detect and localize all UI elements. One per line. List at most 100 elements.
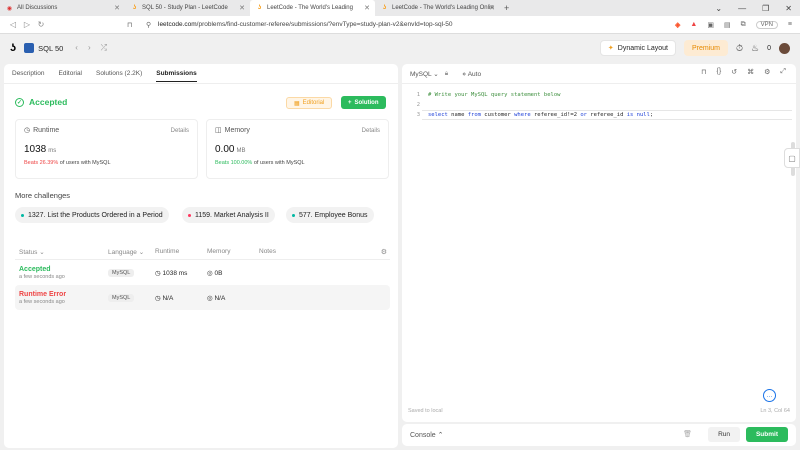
close-icon[interactable]: ✕: [239, 4, 245, 12]
memory-card[interactable]: ◫ Memory Details 0.00 MB Beats 100.00% of …: [206, 119, 389, 179]
study-plan-title[interactable]: SQL 50: [38, 44, 63, 53]
table-row[interactable]: Accepted a few seconds ago MySQL ◷ 1038 m…: [15, 260, 390, 285]
chip-icon: ◎: [207, 294, 213, 302]
editorial-button[interactable]: ▦ Editorial: [286, 97, 333, 109]
solution-button[interactable]: + Solution: [341, 96, 386, 109]
memory-details-link[interactable]: Details: [362, 128, 380, 134]
auto-mode-toggle[interactable]: ⋄ Auto: [462, 70, 481, 78]
streak-icon[interactable]: ♨: [751, 43, 759, 54]
shuffle-icon[interactable]: ⤮: [101, 43, 107, 53]
runtime-card[interactable]: ◷ Runtime Details 1038 ms Beats 26.39% of …: [15, 119, 198, 179]
settings-icon[interactable]: ⚙: [764, 68, 770, 76]
challenge-chip[interactable]: 577. Employee Bonus: [286, 207, 374, 223]
browser-tab-3[interactable]: ʖ LeetCode - The World's Leading Onlin ✕: [375, 0, 500, 16]
close-icon[interactable]: ✕: [489, 4, 495, 12]
shortcut-icon[interactable]: ⌘: [747, 68, 754, 76]
submit-button[interactable]: Submit: [745, 427, 788, 442]
chat-icon[interactable]: …: [763, 389, 776, 402]
close-icon[interactable]: ✕: [114, 4, 120, 12]
close-icon[interactable]: ✕: [364, 4, 370, 12]
leetcode-logo-icon[interactable]: ʖ: [10, 42, 16, 54]
tab-submissions[interactable]: Submissions: [156, 70, 197, 82]
book-icon: ▦: [294, 100, 300, 107]
back-icon[interactable]: ◁: [6, 20, 20, 29]
table-row[interactable]: Runtime Error a few seconds ago MySQL ◷ N…: [15, 285, 390, 310]
solution-label: Solution: [354, 99, 379, 106]
submissions-table: Status ⌄ Language ⌄ Runtime Memory Notes…: [15, 244, 390, 310]
header-status[interactable]: Status ⌄: [15, 248, 108, 256]
memory-beats-text: of users with MySQL: [253, 160, 305, 166]
sidebar-icon[interactable]: ▣: [707, 21, 714, 29]
browser-tab-1[interactable]: ʖ SQL 50 - Study Plan - LeetCode ✕: [125, 0, 250, 16]
runtime-unit: ms: [48, 148, 57, 154]
site-info-icon[interactable]: ⚲: [146, 21, 151, 29]
tab-editorial[interactable]: Editorial: [59, 70, 82, 77]
challenge-chip[interactable]: 1327. List the Products Ordered in a Per…: [15, 207, 169, 223]
window-close-icon[interactable]: ✕: [785, 4, 792, 13]
console-toggle[interactable]: Console ⌃: [410, 431, 444, 439]
challenge-label: 577. Employee Bonus: [299, 211, 368, 219]
challenge-label: 1327. List the Products Ordered in a Per…: [28, 211, 163, 219]
rewards-icon[interactable]: ▲: [690, 21, 697, 28]
new-tab-icon[interactable]: +: [504, 3, 509, 13]
memory-beats-pct: Beats 100.00%: [215, 160, 253, 166]
url-host: leetcode.com: [158, 21, 197, 28]
maximize-icon[interactable]: ❐: [762, 4, 769, 13]
bookmark-icon[interactable]: ⊓: [701, 68, 706, 76]
result-status-label: Accepted: [29, 97, 68, 107]
problem-nav: ‹ › ⤮: [75, 43, 107, 53]
header-language[interactable]: Language ⌄: [108, 248, 155, 256]
menu-icon[interactable]: ≡: [788, 21, 792, 28]
code-area[interactable]: 1 # Write your MySQL query statement belo…: [410, 90, 654, 120]
row-language: MySQL: [108, 294, 135, 302]
result-status: ✓ Accepted: [15, 97, 67, 107]
wallet-icon[interactable]: ▤: [724, 21, 731, 29]
reload-icon[interactable]: ↻: [34, 20, 48, 29]
row-status[interactable]: Accepted: [19, 266, 108, 273]
avatar[interactable]: [779, 42, 790, 54]
browser-tabstrip: ◉ All Discussions ✕ ʖ SQL 50 - Study Pla…: [0, 0, 800, 16]
timer-icon[interactable]: ⏱: [736, 43, 743, 54]
browser-tab-2[interactable]: ʖ LeetCode - The World's Leading ✕: [250, 0, 375, 16]
url-field[interactable]: leetcode.com/problems/find-customer-refe…: [158, 21, 452, 28]
lock-icon: 🔒︎: [444, 69, 449, 77]
browser-tab-title: LeetCode - The World's Leading Onlin: [392, 5, 494, 11]
fullscreen-icon[interactable]: ⤢: [780, 68, 786, 76]
prev-problem-icon[interactable]: ‹: [75, 43, 78, 53]
url-path: /problems/find-customer-referee/submissi…: [196, 21, 453, 28]
runtime-details-link[interactable]: Details: [171, 128, 189, 134]
tab-solutions[interactable]: Solutions (2.2K): [96, 70, 142, 77]
premium-button[interactable]: Premium: [683, 40, 728, 56]
bookmark-icon[interactable]: ⊓: [127, 21, 132, 29]
dynamic-layout-button[interactable]: ✦ Dynamic Layout: [599, 40, 676, 56]
trash-icon[interactable]: 🗑︎: [683, 430, 692, 438]
challenge-chip[interactable]: 1159. Market Analysis II: [182, 207, 275, 223]
runtime-beats-text: of users with MySQL: [59, 160, 111, 166]
run-button[interactable]: Run: [708, 427, 740, 442]
tab-description[interactable]: Description: [12, 70, 45, 77]
browser-tab-0[interactable]: ◉ All Discussions ✕: [0, 0, 125, 16]
forward-icon[interactable]: ▷: [20, 20, 34, 29]
row-runtime: 1038 ms: [162, 269, 188, 277]
braces-icon[interactable]: {}: [717, 68, 722, 76]
next-problem-icon[interactable]: ›: [88, 43, 91, 53]
gear-icon[interactable]: ⚙: [381, 248, 387, 256]
leetcode-icon: ʖ: [382, 5, 387, 11]
memory-label: Memory: [224, 126, 250, 134]
row-time: a few seconds ago: [19, 298, 65, 305]
browser-tab-title: All Discussions: [17, 5, 58, 11]
extensions-icon[interactable]: ⧉: [741, 21, 746, 29]
side-note-icon[interactable]: ▢: [784, 148, 800, 168]
code-comment: # Write your MySQL query statement below: [428, 92, 561, 98]
editor-tools: ⊓ {} ↺ ⌘ ⚙ ⤢: [701, 68, 786, 76]
vpn-button[interactable]: VPN: [755, 20, 778, 29]
language-select[interactable]: MySQL ⌄: [410, 70, 439, 78]
console-bar: Console ⌃ 🗑︎ Run Submit: [402, 424, 796, 446]
minimize-icon[interactable]: —: [738, 4, 746, 13]
header-notes: Notes: [259, 248, 276, 255]
row-status[interactable]: Runtime Error: [19, 291, 108, 298]
reset-icon[interactable]: ↺: [731, 68, 737, 76]
tab-search-icon[interactable]: ⌄: [715, 4, 722, 13]
brave-shield-icon[interactable]: ◈: [675, 21, 680, 29]
clock-icon: ◷: [24, 127, 31, 134]
